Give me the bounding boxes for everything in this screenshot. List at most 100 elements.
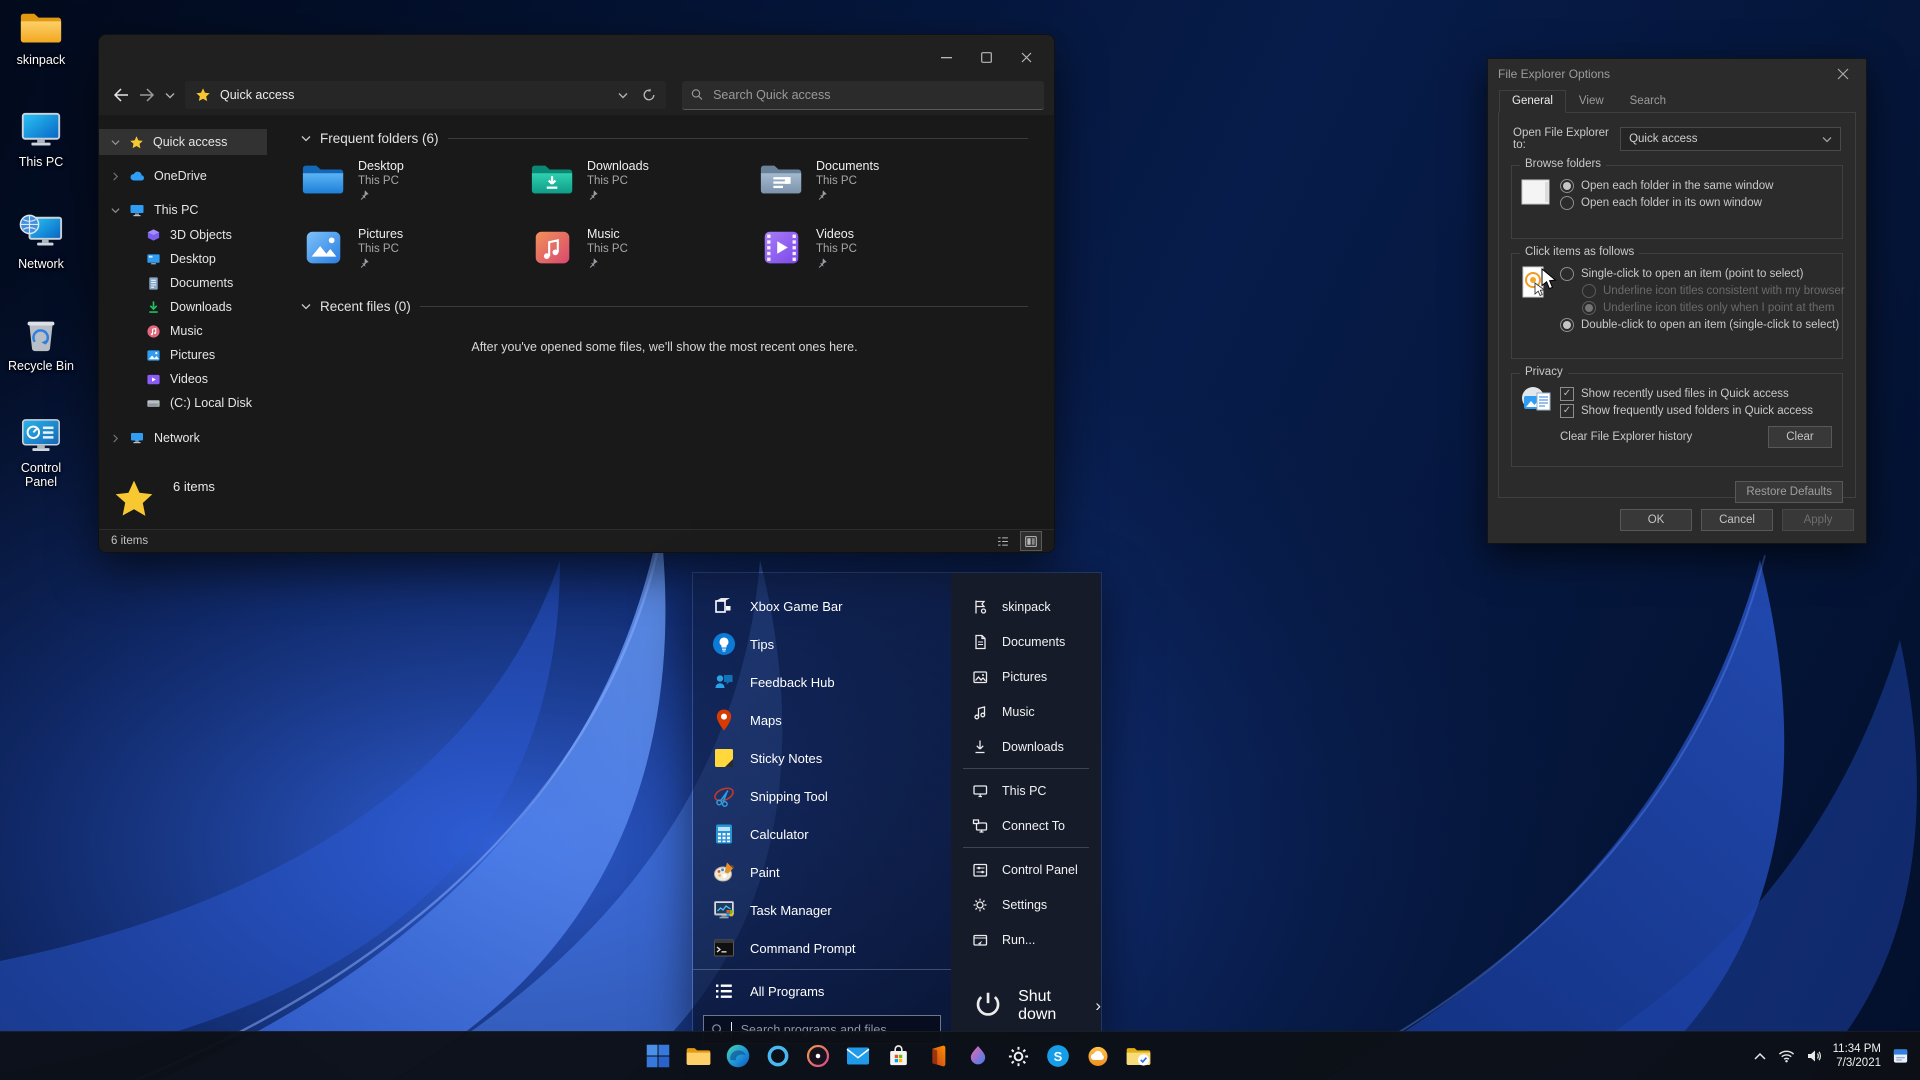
menu-item-all-programs[interactable]: All Programs [693,972,951,1010]
volume-icon[interactable] [1806,1049,1822,1063]
hidden-icons-chevron-icon[interactable] [1753,1051,1767,1061]
explorer-search-input[interactable] [711,86,1035,103]
back-icon[interactable] [113,88,129,102]
menu-item-downloads[interactable]: Downloads [951,729,1101,764]
menu-item-run[interactable]: Run... [951,922,1101,957]
recent-files-header[interactable]: Recent files (0) [301,299,1028,314]
sidebar-item-local-disk-c[interactable]: (C:) Local Disk [99,391,267,415]
menu-item-feedback-hub[interactable]: Feedback Hub [693,663,951,701]
taskbar-mail[interactable] [842,1040,874,1072]
shutdown-options-chevron[interactable]: › [1095,997,1101,1014]
restore-defaults-button[interactable]: Restore Defaults [1735,481,1843,503]
radio-underline-consistent[interactable]: Underline icon titles consistent with my… [1582,284,1845,298]
tile-music[interactable]: Music This PC [530,227,759,283]
chevron-down-icon[interactable] [111,207,120,214]
radio-underline-point[interactable]: Underline icon titles only when I point … [1582,301,1834,315]
sidebar-item-music[interactable]: Music [99,319,267,343]
sidebar-item-desktop[interactable]: Desktop [99,247,267,271]
open-to-dropdown[interactable]: Quick access [1620,127,1841,151]
menu-item-music[interactable]: Music [951,694,1101,729]
forward-icon[interactable] [139,88,155,102]
menu-item-skinpack[interactable]: skinpack [951,589,1101,624]
taskbar-clock[interactable]: 11:34 PM 7/3/2021 [1833,1042,1881,1070]
collapse-chevron-icon[interactable] [301,303,311,310]
desktop-icon-control-panel[interactable]: Control Panel [6,416,76,489]
sidebar-item-this-pc[interactable]: This PC [99,197,267,223]
menu-item-tips[interactable]: Tips [693,625,951,663]
desktop-icon-skinpack[interactable]: skinpack [6,8,76,76]
menu-item-documents[interactable]: Documents [951,624,1101,659]
checkbox-show-frequent-folders[interactable]: ✓ Show frequently used folders in Quick … [1560,404,1832,418]
clear-button[interactable]: Clear [1768,426,1832,448]
tab-general[interactable]: General [1499,90,1566,113]
radio-own-window[interactable]: Open each folder in its own window [1560,196,1832,210]
checkbox-show-recent-files[interactable]: ✓ Show recently used files in Quick acce… [1560,387,1832,401]
sidebar-item-onedrive[interactable]: OneDrive [99,163,267,189]
sidebar-item-pictures[interactable]: Pictures [99,343,267,367]
sidebar-item-3d-objects[interactable]: 3D Objects [99,223,267,247]
menu-item-command-prompt[interactable]: Command Prompt [693,929,951,967]
menu-item-maps[interactable]: Maps [693,701,951,739]
taskbar-office[interactable] [922,1040,954,1072]
tile-videos[interactable]: Videos This PC [759,227,988,283]
thumbnail-view-icon[interactable] [1020,531,1042,551]
menu-item-pictures[interactable]: Pictures [951,659,1101,694]
shutdown-button[interactable]: Shut down › [951,988,1101,1023]
taskbar-settings[interactable] [1002,1040,1034,1072]
ok-button[interactable]: OK [1620,509,1692,531]
explorer-titlebar[interactable] [99,35,1054,75]
sidebar-item-videos[interactable]: Videos [99,367,267,391]
taskbar-weather[interactable] [1082,1040,1114,1072]
radio-double-click[interactable]: Double-click to open an item (single-cli… [1560,318,1839,332]
apply-button[interactable]: Apply [1782,509,1854,531]
menu-item-settings[interactable]: Settings [951,887,1101,922]
refresh-icon[interactable] [642,88,656,102]
chevron-down-icon[interactable] [111,139,120,146]
tile-documents[interactable]: Documents This PC [759,159,988,215]
radio-single-click[interactable]: Single-click to open an item (point to s… [1560,267,1832,281]
sidebar-item-network[interactable]: Network [99,425,267,451]
recent-locations-chevron-icon[interactable] [165,92,175,99]
notification-center-icon[interactable] [1892,1047,1910,1065]
collapse-chevron-icon[interactable] [301,135,311,142]
taskbar-cortana[interactable] [762,1040,794,1072]
taskbar-file-explorer[interactable] [682,1040,714,1072]
menu-item-this-pc[interactable]: This PC [951,773,1101,808]
address-dropdown-chevron-icon[interactable] [618,92,628,99]
menu-item-task-manager[interactable]: Task Manager [693,891,951,929]
address-bar[interactable]: Quick access [185,81,666,109]
breadcrumb[interactable]: Quick access [220,88,294,102]
menu-item-xbox-game-bar[interactable]: Xbox Game Bar [693,587,951,625]
chevron-right-icon[interactable] [112,433,119,443]
frequent-folders-header[interactable]: Frequent folders (6) [301,131,1028,146]
maximize-button[interactable] [966,45,1006,69]
start-button[interactable] [642,1040,674,1072]
menu-item-snipping-tool[interactable]: Snipping Tool [693,777,951,815]
taskbar-paint-3d[interactable] [962,1040,994,1072]
tab-search[interactable]: Search [1617,90,1679,113]
menu-item-paint[interactable]: Paint [693,853,951,891]
taskbar-microsoft-store[interactable] [882,1040,914,1072]
taskbar-skype[interactable]: S [1042,1040,1074,1072]
tab-view[interactable]: View [1566,90,1617,113]
taskbar-media-player[interactable] [802,1040,834,1072]
sidebar-item-documents[interactable]: Documents [99,271,267,295]
menu-item-control-panel[interactable]: Control Panel [951,852,1101,887]
explorer-search-box[interactable] [682,80,1044,110]
dialog-titlebar[interactable]: File Explorer Options [1488,59,1866,89]
details-view-icon[interactable] [992,531,1014,551]
wifi-icon[interactable] [1778,1049,1795,1063]
tile-pictures[interactable]: Pictures This PC [301,227,530,283]
tile-downloads[interactable]: Downloads This PC [530,159,759,215]
sidebar-item-downloads[interactable]: Downloads [99,295,267,319]
desktop-icon-recycle-bin[interactable]: Recycle Bin [6,314,76,382]
chevron-right-icon[interactable] [112,171,119,181]
tile-desktop[interactable]: Desktop This PC [301,159,530,215]
dialog-close-icon[interactable] [1830,64,1856,84]
desktop-icon-network[interactable]: Network [6,212,76,280]
close-button[interactable] [1006,45,1046,69]
desktop-icon-this-pc[interactable]: This PC [6,110,76,178]
taskbar-tasks-folder[interactable] [1122,1040,1154,1072]
menu-item-calculator[interactable]: Calculator [693,815,951,853]
radio-same-window[interactable]: Open each folder in the same window [1560,179,1832,193]
